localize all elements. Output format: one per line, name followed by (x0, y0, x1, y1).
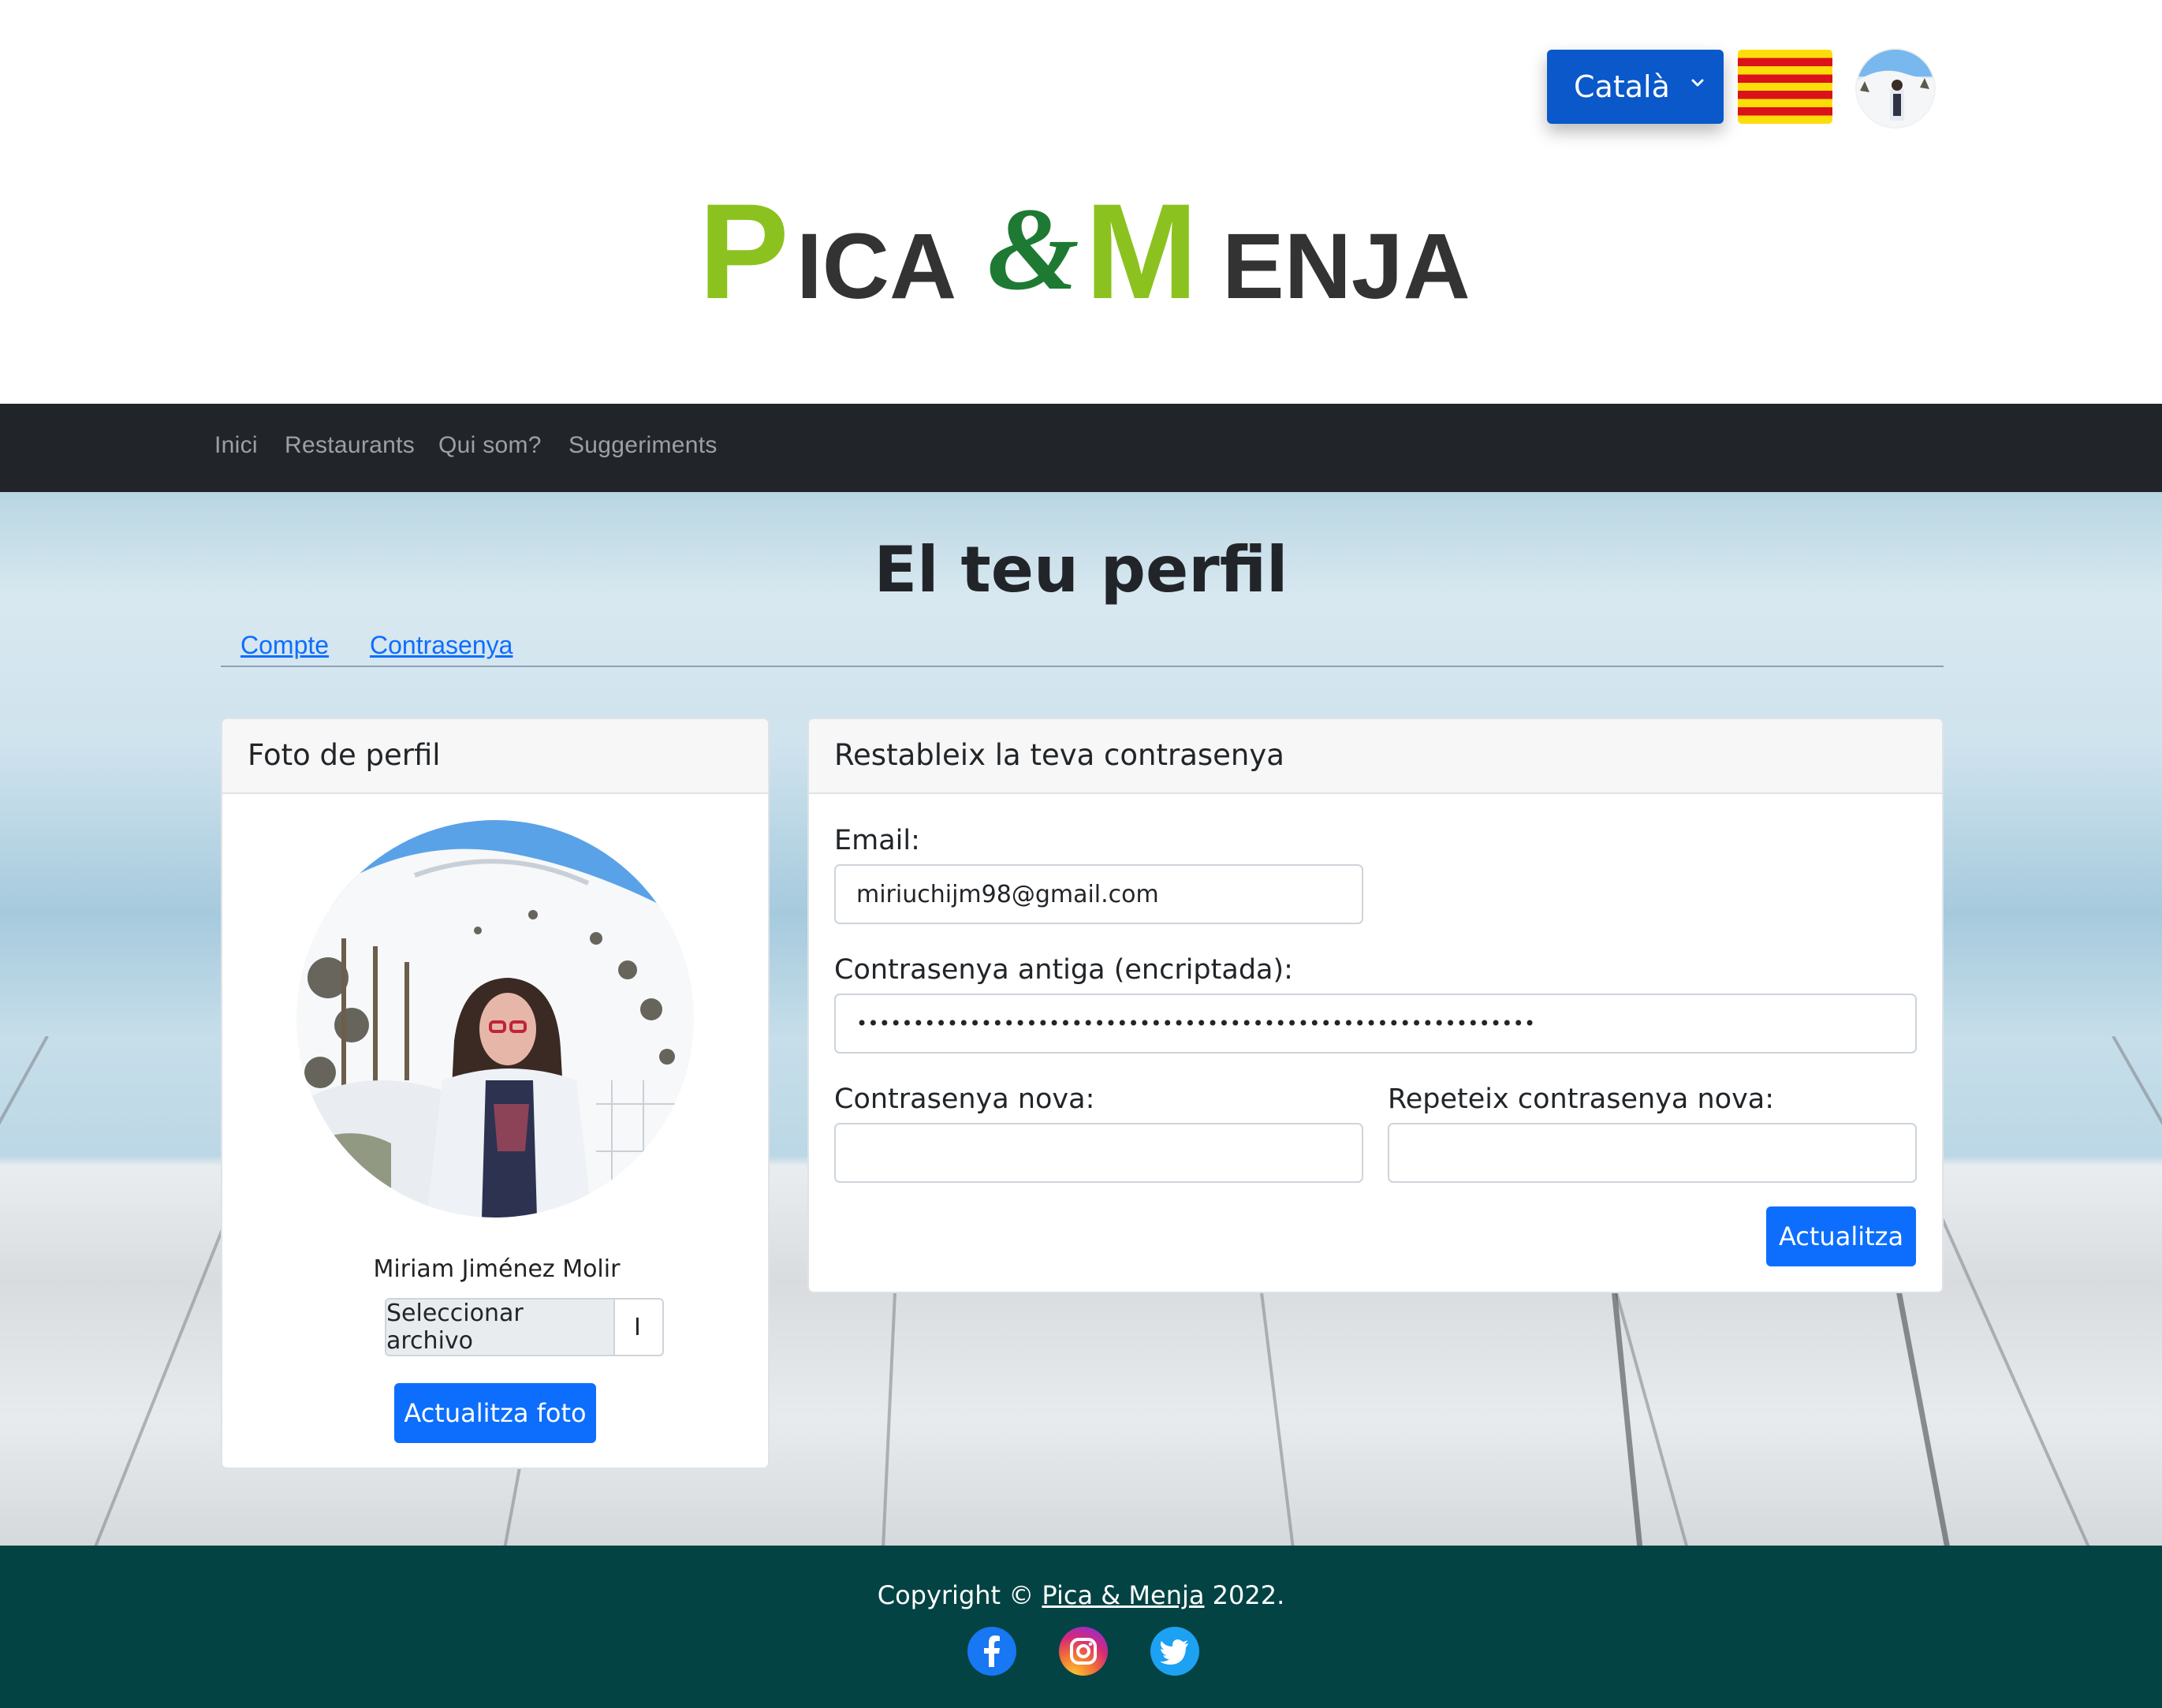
svg-text:&: & (987, 184, 1079, 315)
language-select[interactable]: Català (1547, 50, 1724, 124)
language-select-value: Català (1574, 69, 1670, 104)
old-password-field[interactable]: ••••••••••••••••••••••••••••••••••••••••… (834, 994, 1917, 1054)
file-status-text: I (634, 1313, 641, 1341)
email-field[interactable]: miriuchijm98@gmail.com (834, 864, 1363, 924)
svg-text:ICA: ICA (796, 214, 956, 319)
brand-link[interactable]: Pica & Menja (1042, 1580, 1204, 1610)
svg-text:M: M (1085, 176, 1198, 323)
profile-photo-card: Foto de perfil Miriam Jiménez Molir Sele… (221, 718, 770, 1469)
copyright-suffix: 2022. (1204, 1580, 1285, 1610)
page-title: El teu perfil (874, 533, 1288, 606)
card-header: Restableix la teva contrasenya (809, 719, 1942, 794)
facebook-icon[interactable] (967, 1626, 1017, 1676)
instagram-icon[interactable] (1058, 1626, 1109, 1676)
tab-contrasenya[interactable]: Contrasenya (370, 631, 513, 660)
pica-menja-logo[interactable]: P ICA & M ENJA (694, 166, 1482, 323)
site-footer: Copyright © Pica & Menja 2022. (0, 1546, 2162, 1708)
copyright-text: Copyright © Pica & Menja 2022. (0, 1580, 2162, 1610)
card-header: Foto de perfil (222, 719, 768, 794)
file-input[interactable]: Seleccionar archivo I (385, 1298, 664, 1356)
catalan-flag-icon[interactable] (1738, 50, 1832, 124)
tab-compte[interactable]: Compte (240, 631, 329, 660)
profile-photo (296, 820, 694, 1218)
nav-item-suggeriments[interactable]: Suggeriments (568, 432, 718, 459)
reset-password-card: Restableix la teva contrasenya Email: mi… (807, 718, 1944, 1293)
svg-text:ENJA: ENJA (1222, 214, 1471, 319)
email-label: Email: (834, 825, 920, 856)
profile-tabs: Compte Contrasenya (221, 631, 1944, 667)
main-navbar: Inici Restaurants Qui som? Suggeriments (0, 404, 2162, 492)
repeat-password-field[interactable] (1388, 1123, 1917, 1183)
nav-item-inici[interactable]: Inici (214, 432, 258, 459)
site-header: Català P ICA & M ENJA (0, 0, 2162, 404)
new-password-label: Contrasenya nova: (834, 1083, 1095, 1115)
update-photo-button[interactable]: Actualitza foto (394, 1383, 596, 1443)
chevron-down-icon (1691, 79, 1704, 87)
nav-item-restaurants[interactable]: Restaurants (285, 432, 415, 459)
copyright-prefix: Copyright © (877, 1580, 1042, 1610)
svg-text:P: P (699, 176, 789, 323)
new-password-field[interactable] (834, 1123, 1363, 1183)
repeat-password-label: Repeteix contrasenya nova: (1388, 1083, 1775, 1115)
profile-name: Miriam Jiménez Molir (373, 1255, 621, 1283)
old-password-label: Contrasenya antiga (encriptada): (834, 954, 1293, 986)
user-avatar[interactable] (1855, 48, 1936, 129)
nav-item-qui-som[interactable]: Qui som? (438, 432, 542, 459)
twitter-icon[interactable] (1150, 1626, 1200, 1676)
select-file-button[interactable]: Seleccionar archivo (386, 1300, 615, 1355)
update-password-button[interactable]: Actualitza (1766, 1206, 1916, 1266)
